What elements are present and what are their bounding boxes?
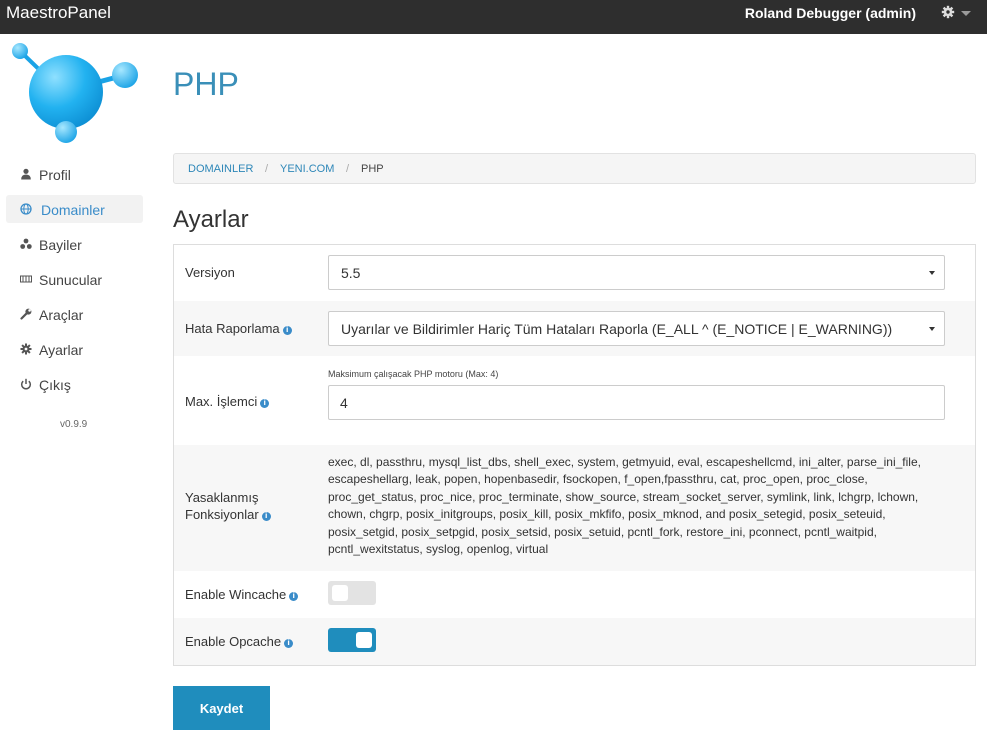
sidebar-item-label: Domainler [41, 202, 105, 218]
chevron-down-icon [961, 11, 971, 16]
breadcrumb-current: PHP [361, 163, 384, 175]
sidebar-item-label: Bayiler [39, 237, 82, 253]
breadcrumb-yeni-com[interactable]: YENI.COM [280, 163, 334, 175]
sidebar-item-domainler[interactable]: Domainler [6, 195, 143, 223]
max-process-label: Max. İşlemci i [185, 393, 270, 410]
user-name[interactable]: Roland Debugger (admin) [745, 5, 916, 21]
breadcrumb-domainler[interactable]: DOMAINLER [188, 163, 253, 175]
disabled-functions-label-line2: Fonksiyonlar [185, 507, 259, 522]
error-reporting-select-value: Uyarılar ve Bildirimler Hariç Tüm Hatala… [341, 321, 893, 337]
settings-menu-button[interactable] [941, 4, 977, 22]
globe-icon [20, 203, 32, 215]
version-select-value: 5.5 [341, 265, 361, 281]
error-reporting-label-text: Hata Raporlama [185, 321, 280, 336]
caret-down-icon [929, 327, 935, 331]
wincache-label-text: Enable Wincache [185, 587, 287, 602]
info-icon[interactable]: i [284, 639, 294, 648]
user-icon [21, 168, 31, 180]
max-process-input[interactable] [328, 385, 945, 420]
disabled-functions-row: Yasaklanmış Fonksiyonlar i exec, dl, passt… [174, 445, 975, 571]
wincache-label: Enable Wincache i [185, 586, 299, 603]
power-icon [20, 378, 32, 390]
toggle-knob [356, 632, 372, 648]
max-process-row: Max. İşlemci i Maksimum çalışacak PHP mot… [174, 356, 975, 445]
opcache-toggle[interactable] [328, 628, 376, 652]
sidebar-item-ayarlar[interactable]: Ayarlar [6, 335, 143, 363]
disabled-functions-label-line1: Yasaklanmış [185, 490, 259, 505]
breadcrumb: DOMAINLER / YENI.COM / PHP [173, 153, 976, 184]
sidebar-item-sunucular[interactable]: Sunucular [6, 265, 143, 293]
info-icon[interactable]: i [289, 592, 299, 601]
opcache-label-text: Enable Opcache [185, 634, 282, 649]
info-icon[interactable]: i [260, 399, 270, 408]
section-title: Ayarlar [173, 206, 249, 233]
error-reporting-row: Hata Raporlama i Uyarılar ve Bildirimler … [174, 301, 975, 356]
brand-name[interactable]: MaestroPanel [6, 4, 111, 22]
page-title: PHP [173, 66, 239, 102]
server-icon [20, 275, 32, 283]
logo-icon[interactable] [10, 40, 138, 146]
error-reporting-label: Hata Raporlama i [185, 320, 292, 337]
toggle-knob [332, 585, 348, 601]
wincache-toggle[interactable] [328, 581, 376, 605]
opcache-label: Enable Opcache i [185, 633, 294, 650]
gear-icon [20, 343, 32, 355]
sidebar-item-label: Çıkış [39, 377, 71, 393]
top-bar: MaestroPanel Roland Debugger (admin) [0, 0, 987, 34]
sidebar-item-label: Profil [39, 167, 71, 183]
app-version: v0.9.9 [60, 419, 88, 430]
wrench-icon [20, 308, 32, 320]
disabled-functions-label: Yasaklanmış Fonksiyonlar i [185, 489, 271, 523]
opcache-row: Enable Opcache i [174, 618, 975, 665]
disabled-functions-value[interactable]: exec, dl, passthru, mysql_list_dbs, shel… [328, 454, 948, 558]
info-icon[interactable]: i [282, 326, 292, 335]
error-reporting-select[interactable]: Uyarılar ve Bildirimler Hariç Tüm Hatala… [328, 311, 945, 346]
wincache-row: Enable Wincache i [174, 571, 975, 618]
sidebar-item-label: Araçlar [39, 307, 84, 323]
sidebar-item-bayiler[interactable]: Bayiler [6, 230, 143, 258]
sidebar-item-label: Ayarlar [39, 342, 84, 358]
max-process-help: Maksimum çalışacak PHP motoru (Max: 4) [328, 369, 499, 379]
settings-panel: Versiyon 5.5 Hata Raporlama i Uyarılar ve… [173, 244, 976, 666]
version-row: Versiyon 5.5 [174, 245, 975, 301]
version-select[interactable]: 5.5 [328, 255, 945, 290]
sidebar-item-cikis[interactable]: Çıkış [6, 370, 143, 398]
save-button[interactable]: Kaydet [173, 686, 270, 730]
sidebar-nav: Profil Domainler Bayiler Sunucular Araçl… [6, 160, 143, 405]
info-icon[interactable]: i [261, 512, 271, 521]
max-process-label-text: Max. İşlemci [185, 394, 258, 409]
gear-icon [941, 5, 955, 19]
breadcrumb-separator: / [346, 163, 350, 175]
sidebar-item-profil[interactable]: Profil [6, 160, 143, 188]
caret-down-icon [929, 271, 935, 275]
version-label: Versiyon [185, 265, 235, 280]
sitemap-icon [20, 238, 32, 249]
sidebar-item-araclar[interactable]: Araçlar [6, 300, 143, 328]
sidebar-item-label: Sunucular [39, 272, 103, 288]
breadcrumb-separator: / [265, 163, 269, 175]
